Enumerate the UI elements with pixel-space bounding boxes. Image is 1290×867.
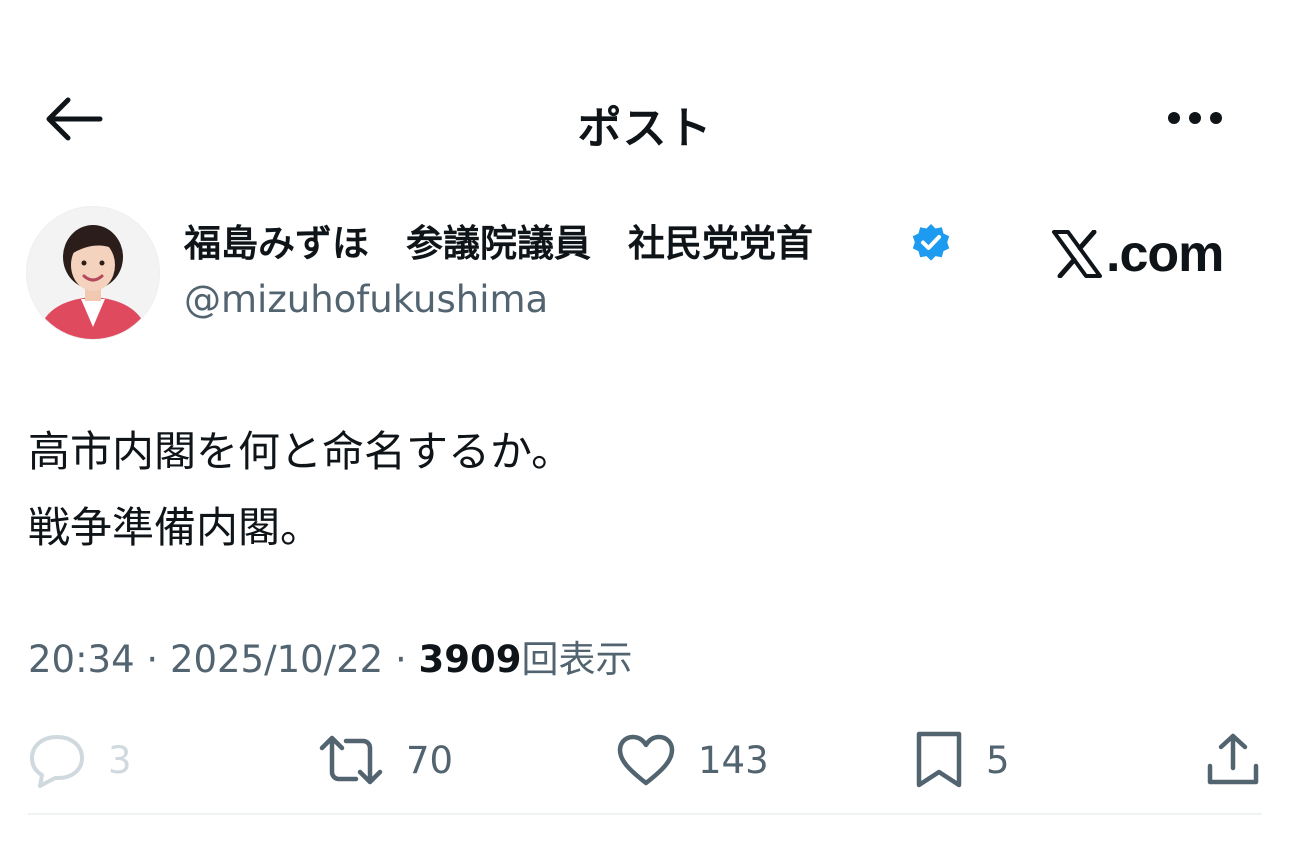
meta-separator: ·	[134, 638, 170, 681]
x-com-logo: .com	[1052, 224, 1224, 284]
more-horizontal-icon	[1168, 112, 1222, 124]
verified-badge-icon	[912, 224, 950, 261]
bookmark-button[interactable]: 5	[914, 730, 1010, 790]
repost-count: 70	[406, 738, 454, 782]
x-logo-icon	[1052, 230, 1102, 278]
views-label: 回表示	[521, 638, 633, 681]
share-icon	[1207, 733, 1259, 785]
divider	[28, 813, 1262, 815]
repost-icon	[319, 735, 383, 785]
avatar-photo	[27, 207, 159, 339]
meta-separator: ·	[383, 638, 419, 681]
post-date[interactable]: 2025/10/22	[170, 638, 383, 681]
reply-button[interactable]: 3	[28, 730, 132, 790]
like-count: 143	[698, 738, 769, 782]
post-time[interactable]: 20:34	[28, 638, 135, 681]
verified-badge	[910, 222, 952, 264]
avatar[interactable]	[26, 206, 160, 340]
page-title: ポスト	[577, 103, 713, 154]
author-handle[interactable]: @mizuhofukushima	[184, 276, 548, 324]
bookmark-count: 5	[986, 738, 1010, 782]
heart-icon	[617, 734, 675, 786]
repost-button[interactable]: 70	[318, 730, 453, 790]
bookmark-icon	[916, 731, 962, 788]
more-options-button[interactable]	[1160, 100, 1230, 136]
post-line: 戦争準備内閣。	[28, 503, 323, 552]
reply-count: 3	[108, 738, 132, 782]
post-line: 高市内閣を何と命名するか。	[28, 427, 574, 476]
author-display-name[interactable]: 福島みずほ 参議院議員 社民党党首	[184, 220, 813, 268]
reply-icon	[30, 735, 84, 788]
post-text: 高市内閣を何と命名するか。 戦争準備内閣。	[28, 414, 573, 566]
share-button[interactable]	[1205, 730, 1261, 790]
views-count[interactable]: 3909	[419, 638, 522, 681]
post-meta: 20:34 · 2025/10/22 · 3909回表示	[28, 636, 632, 684]
x-com-suffix: .com	[1106, 225, 1224, 283]
like-button[interactable]: 143	[616, 730, 769, 790]
